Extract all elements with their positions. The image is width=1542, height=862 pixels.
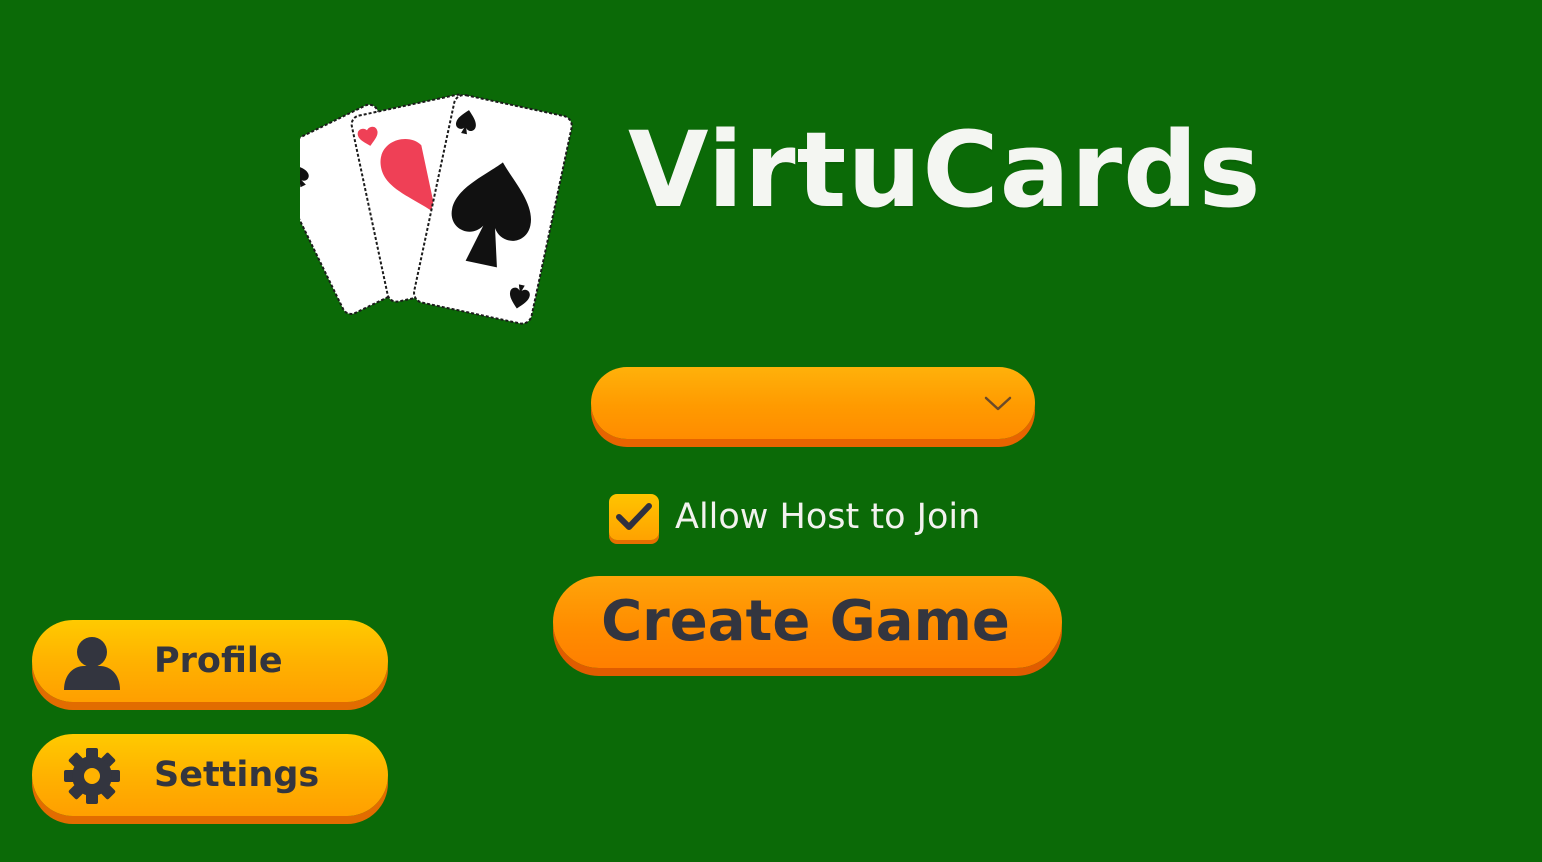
- allow-host-label: Allow Host to Join: [675, 496, 981, 537]
- settings-label: Settings: [154, 755, 320, 795]
- create-game-button[interactable]: Create Game: [553, 576, 1062, 668]
- allow-host-checkbox-row[interactable]: Allow Host to Join: [609, 494, 980, 540]
- gear-icon: [64, 748, 120, 804]
- profile-button[interactable]: Profile: [32, 620, 388, 702]
- allow-host-checkbox[interactable]: [609, 494, 659, 540]
- app-title: VirtuCards: [628, 109, 1262, 231]
- checkmark-icon: [616, 503, 652, 530]
- game-type-dropdown[interactable]: [591, 367, 1035, 439]
- user-icon: [64, 637, 120, 690]
- settings-button[interactable]: Settings: [32, 734, 388, 816]
- playing-cards-logo-icon: [269, 55, 580, 325]
- chevron-down-icon: [984, 396, 1012, 411]
- create-game-label: Create Game: [601, 589, 1010, 654]
- profile-label: Profile: [154, 641, 283, 681]
